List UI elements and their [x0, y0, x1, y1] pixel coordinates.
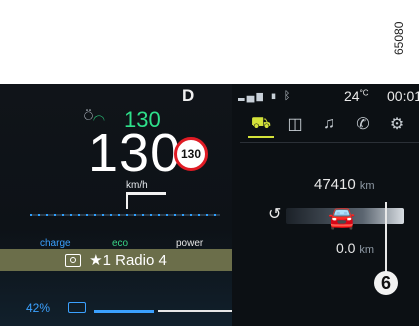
- car-icon[interactable]: ⛟: [248, 112, 274, 138]
- energy-label-charge: charge: [40, 238, 71, 249]
- callout-number: 6: [374, 271, 398, 295]
- temperature-value: 24: [344, 88, 360, 104]
- battery-icon: [68, 302, 86, 313]
- energy-scale-dot: [38, 214, 40, 216]
- camera-icon[interactable]: ◫: [282, 112, 308, 136]
- car-silhouette-icon: 🚘: [328, 205, 356, 230]
- energy-scale-dot: [158, 214, 160, 216]
- energy-label-power: power: [176, 238, 204, 249]
- energy-scale-dot: [86, 214, 88, 216]
- energy-scale-dot: [70, 214, 72, 216]
- radio-source-icon: [65, 253, 82, 267]
- energy-scale-dot: [102, 214, 104, 216]
- energy-scale-dot: [206, 214, 208, 216]
- temperature-unit: °C: [359, 88, 369, 98]
- music-icon[interactable]: ♫: [316, 112, 342, 136]
- battery-level-value: 42: [26, 301, 40, 315]
- signal-icon: ▂▄▆: [238, 90, 265, 102]
- speed-unit: km/h: [126, 180, 148, 191]
- battery-level: 42%: [26, 301, 50, 315]
- energy-scale-dot: [166, 214, 168, 216]
- odometer: 47410 km: [314, 176, 375, 193]
- bluetooth-icon: ᛒ: [283, 90, 293, 102]
- energy-scale-dot: [54, 214, 56, 216]
- trip-value: 0.0: [336, 240, 356, 256]
- energy-scale-dot: [182, 214, 184, 216]
- battery-level-unit: %: [39, 301, 51, 315]
- media-station: ★1 Radio 4: [89, 252, 167, 269]
- energy-scale-dot: [78, 214, 80, 216]
- phone-icon[interactable]: ✆: [350, 112, 376, 136]
- trip-unit: km: [359, 244, 375, 256]
- current-speed: 130: [88, 123, 182, 183]
- panel-tabs: ⛟ ◫ ♫ ✆ ⚙: [248, 112, 418, 140]
- media-strip: ★1 Radio 4: [0, 249, 232, 271]
- energy-scale-dot: [30, 214, 32, 216]
- callout-leader-line: [385, 202, 387, 274]
- speed-limit-sign: 130: [174, 137, 208, 171]
- energy-scale-dot: [174, 214, 176, 216]
- energy-scale-dot: [142, 214, 144, 216]
- driver-cluster: D ⍥⌒ 130 130 km/h 130 charge eco power ★…: [0, 84, 232, 326]
- energy-scale-dot: [46, 214, 48, 216]
- energy-scale-dot: [110, 214, 112, 216]
- energy-needle-top: [126, 192, 166, 195]
- status-icons: ▂▄▆ ▮ ᛒ: [238, 90, 292, 102]
- energy-scale-dot: [198, 214, 200, 216]
- tab-divider: [240, 142, 419, 143]
- energy-scale-dot: [190, 214, 192, 216]
- odometer-value: 47410: [314, 176, 356, 193]
- energy-scale-dot: [94, 214, 96, 216]
- battery-range-bar: [94, 310, 154, 313]
- energy-scale-dot: [62, 214, 64, 216]
- sim-icon: ▮: [270, 90, 279, 102]
- clock: 00:01: [387, 88, 419, 104]
- gear-indicator: D: [182, 86, 195, 105]
- energy-scale-dot: [134, 214, 136, 216]
- gear-settings-icon[interactable]: ⚙: [384, 112, 410, 136]
- outside-temperature: 24°C: [344, 88, 369, 104]
- energy-scale-dot: [214, 214, 216, 216]
- energy-scale-dot: [126, 214, 128, 216]
- reference-number: 65080: [392, 21, 406, 55]
- energy-label-eco: eco: [112, 238, 129, 249]
- energy-needle: [126, 195, 128, 209]
- trip-reset-icon[interactable]: ↺: [268, 204, 281, 224]
- instrument-display: D ⍥⌒ 130 130 km/h 130 charge eco power ★…: [0, 84, 419, 326]
- energy-scale-dot: [150, 214, 152, 216]
- energy-scale-dot: [118, 214, 120, 216]
- trip-distance: 0.0 km: [336, 240, 374, 256]
- odometer-unit: km: [359, 180, 375, 192]
